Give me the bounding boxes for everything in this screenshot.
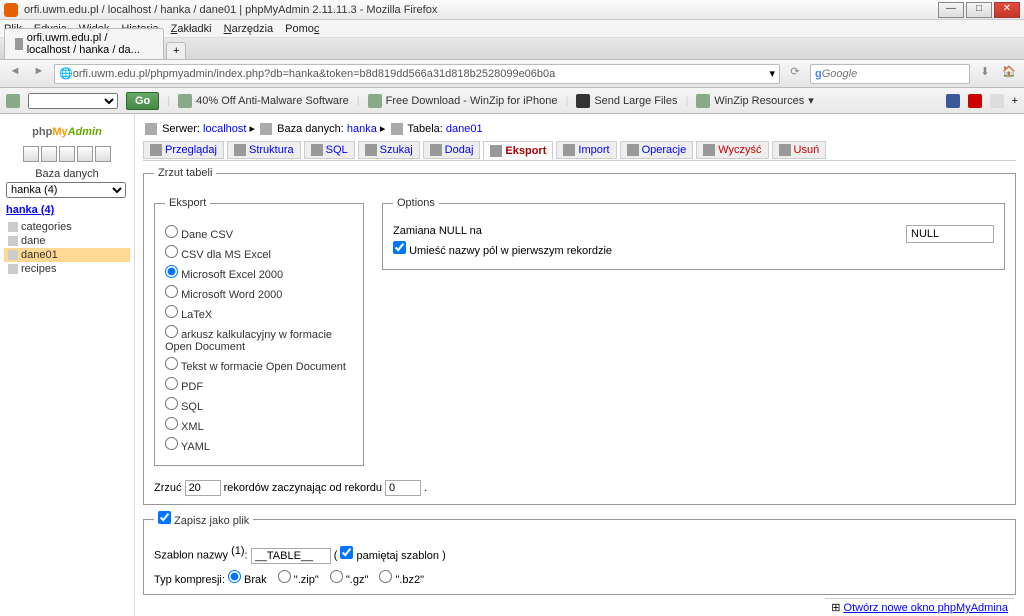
download-button[interactable]: ⬇	[976, 65, 994, 83]
table-item-categories[interactable]: categories	[4, 220, 130, 234]
format-pdf[interactable]: PDF	[165, 377, 353, 393]
sql-icon[interactable]	[59, 146, 75, 162]
breadcrumb-database[interactable]: hanka	[347, 123, 377, 135]
table-item-dane01[interactable]: dane01	[4, 248, 130, 262]
dump-legend: Zrzut tabeli	[154, 167, 216, 179]
facebook-icon[interactable]	[946, 94, 960, 108]
mail-icon[interactable]	[990, 94, 1004, 108]
tab-empty[interactable]: Wyczyść	[696, 141, 768, 159]
bookmark-winzip-iphone[interactable]: Free Download - WinZip for iPhone	[368, 94, 558, 108]
options-fieldset: Options Zamiana NULL na Umieść nazwy pól…	[382, 197, 1005, 270]
globe-icon: 🌐	[59, 67, 73, 80]
format-xml[interactable]: XML	[165, 417, 353, 433]
docs-icon[interactable]	[77, 146, 93, 162]
reload-icon[interactable]	[95, 146, 111, 162]
template-input[interactable]	[251, 548, 331, 564]
home-icon[interactable]	[23, 146, 39, 162]
compress-zip[interactable]: ".zip"	[278, 574, 319, 586]
save-checkbox[interactable]: Zapisz jako plik	[158, 515, 249, 527]
format-sql[interactable]: SQL	[165, 397, 353, 413]
menu-bookmarks[interactable]: Zakładki	[171, 23, 212, 35]
new-tab-button[interactable]: +	[166, 42, 186, 59]
headers-checkbox[interactable]: Umieść nazwy pól w pierwszym rekordzie	[393, 245, 612, 257]
breadcrumb-table[interactable]: dane01	[446, 123, 483, 135]
tab-search[interactable]: Szukaj	[358, 141, 420, 159]
format-latex[interactable]: LaTeX	[165, 305, 353, 321]
export-legend: Eksport	[165, 197, 210, 209]
minimize-button[interactable]: —	[938, 2, 964, 18]
bookmark-select[interactable]	[28, 93, 118, 109]
firefox-icon	[4, 3, 18, 17]
export-fieldset: Eksport Dane CSV CSV dla MS Excel Micros…	[154, 197, 364, 466]
url-bar[interactable]: 🌐 ▾	[54, 64, 780, 84]
format-csv[interactable]: Dane CSV	[165, 225, 353, 241]
tab-drop[interactable]: Usuń	[772, 141, 827, 159]
server-icon	[145, 123, 157, 135]
remember-checkbox[interactable]: pamiętaj szablon	[340, 550, 439, 562]
format-csvexcel[interactable]: CSV dla MS Excel	[165, 245, 353, 261]
close-button[interactable]: ✕	[994, 2, 1020, 18]
url-input[interactable]	[73, 68, 770, 80]
favicon-icon	[15, 38, 23, 50]
format-ods[interactable]: arkusz kalkulacyjny w formacie Open Docu…	[165, 325, 353, 353]
records-count-input[interactable]	[185, 480, 221, 496]
browser-tab[interactable]: orfi.uwm.edu.pl / localhost / hanka / da…	[4, 28, 164, 59]
database-icon	[260, 123, 272, 135]
reload-button[interactable]: ⟳	[786, 65, 804, 83]
compress-bz2[interactable]: ".bz2"	[379, 574, 424, 586]
menu-tools[interactable]: Narzędzia	[224, 23, 274, 35]
tab-structure[interactable]: Struktura	[227, 141, 301, 159]
breadcrumb-server[interactable]: localhost	[203, 123, 246, 135]
records-start-input[interactable]	[385, 480, 421, 496]
null-input[interactable]	[906, 225, 994, 243]
forward-button[interactable]: ►	[30, 65, 48, 83]
dump-fieldset: Zrzut tabeli Eksport Dane CSV CSV dla MS…	[143, 167, 1016, 505]
save-fieldset: Zapisz jako plik Szablon nazwy (1): ( pa…	[143, 511, 1016, 595]
tab-export[interactable]: Eksport	[483, 141, 553, 160]
home-button[interactable]: 🏠	[1000, 65, 1018, 83]
table-item-recipes[interactable]: recipes	[4, 262, 130, 276]
format-odt[interactable]: Tekst w formacie Open Document	[165, 357, 353, 373]
go-button[interactable]: Go	[126, 92, 159, 110]
options-legend: Options	[393, 197, 439, 209]
database-select[interactable]: hanka (4)	[6, 182, 126, 198]
google-icon: g	[815, 68, 822, 80]
database-label: Baza danych	[0, 168, 134, 180]
bookmark-winzip-res[interactable]: WinZip Resources ▾	[696, 94, 813, 108]
tab-browse[interactable]: Przeglądaj	[143, 141, 224, 159]
bookmark-sendlarge[interactable]: Send Large Files	[576, 94, 677, 108]
format-yaml[interactable]: YAML	[165, 437, 353, 453]
tab-operations[interactable]: Operacje	[620, 141, 694, 159]
menu-help[interactable]: Pomoc	[285, 23, 319, 35]
new-window-link[interactable]: Otwórz nowe okno phpMyAdmina	[844, 602, 1008, 614]
table-icon	[391, 123, 403, 135]
bookmark-antimalware[interactable]: 40% Off Anti-Malware Software	[178, 94, 349, 108]
back-button[interactable]: ◄	[6, 65, 24, 83]
null-label: Zamiana NULL na	[393, 225, 482, 237]
compress-gz[interactable]: ".gz"	[330, 574, 369, 586]
exit-icon[interactable]	[41, 146, 57, 162]
dropdown-icon[interactable]: ▾	[769, 67, 775, 80]
tab-import[interactable]: Import	[556, 141, 616, 159]
toolbar-plus[interactable]: +	[1012, 95, 1018, 107]
format-excel2000[interactable]: Microsoft Excel 2000	[165, 265, 353, 281]
breadcrumb: Serwer: localhost ▸ Baza danych: hanka ▸…	[143, 118, 1016, 139]
window-title: orfi.uwm.edu.pl / localhost / hanka / da…	[24, 4, 437, 16]
maximize-button[interactable]: □	[966, 2, 992, 18]
search-input[interactable]	[822, 68, 965, 80]
format-word2000[interactable]: Microsoft Word 2000	[165, 285, 353, 301]
compress-none[interactable]: Brak	[228, 574, 267, 586]
tab-sql[interactable]: SQL	[304, 141, 355, 159]
search-bar[interactable]: g	[810, 64, 970, 84]
yahoo-icon[interactable]	[6, 94, 20, 108]
database-link[interactable]: hanka (4)	[6, 204, 128, 216]
tab-insert[interactable]: Dodaj	[423, 141, 481, 159]
newwindow-icon: ⊞	[831, 602, 840, 614]
table-item-dane[interactable]: dane	[4, 234, 130, 248]
phpmyadmin-logo: phpMyAdmin	[0, 118, 134, 142]
tab-title: orfi.uwm.edu.pl / localhost / hanka / da…	[27, 32, 153, 56]
top100-icon[interactable]	[968, 94, 982, 108]
